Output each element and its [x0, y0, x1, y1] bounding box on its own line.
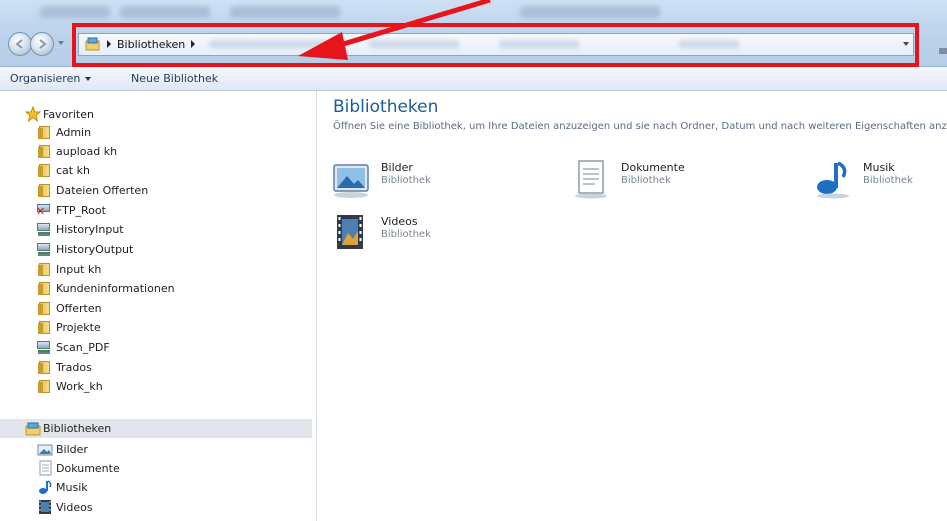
sidebar-item-admin[interactable]: Admin — [0, 123, 312, 142]
page-description: Öffnen Sie eine Bibliothek, um Ihre Date… — [333, 121, 947, 132]
sidebar-item-projekte[interactable]: Projekte — [0, 318, 312, 337]
sidebar-item-favoriten[interactable]: Favoriten — [0, 105, 312, 124]
sidebar-item-bibliotheken[interactable]: Bibliotheken — [0, 419, 312, 438]
sidebar-item-label: HistoryInput — [56, 223, 124, 236]
navigation-buttons — [8, 32, 66, 58]
folder-icon — [38, 320, 54, 336]
sidebar-item-label: Favoriten — [43, 108, 94, 121]
library-type: Bibliothek — [381, 229, 431, 240]
library-type: Bibliothek — [381, 175, 431, 186]
organize-button[interactable]: Organisieren — [10, 72, 92, 85]
sidebar-item-label: HistoryOutput — [56, 243, 134, 256]
sidebar-item-label: Bilder — [56, 443, 88, 456]
sidebar-item-historyoutput[interactable]: HistoryOutput — [0, 240, 312, 259]
music-library-icon — [817, 161, 849, 199]
sidebar-item-label: Trados — [56, 361, 92, 374]
pictures-library-icon — [37, 444, 53, 456]
folder-icon — [38, 125, 54, 141]
disconnected-drive-icon: ✕ — [36, 203, 52, 219]
folder-icon — [38, 183, 54, 199]
library-tile-bilder[interactable]: Bilder Bibliothek — [331, 159, 571, 201]
sidebar-item-videos[interactable]: Videos — [0, 498, 312, 517]
back-button[interactable] — [8, 32, 32, 56]
folder-icon — [38, 163, 54, 179]
folder-icon — [38, 281, 54, 297]
sidebar-item-ftp-root[interactable]: ✕ FTP_Root — [0, 201, 312, 220]
blurred-title-area — [120, 6, 210, 18]
page-title: Bibliotheken — [333, 97, 439, 117]
sidebar-item-label: Videos — [56, 501, 93, 514]
sidebar-item-dokumente[interactable]: Dokumente — [0, 459, 312, 478]
pictures-library-icon — [333, 164, 369, 198]
forward-button[interactable] — [30, 32, 54, 56]
content-pane: Bibliotheken Öffnen Sie eine Bibliothek,… — [317, 91, 947, 521]
documents-library-icon — [575, 160, 607, 199]
folder-icon — [38, 301, 54, 317]
sidebar-item-label: Offerten — [56, 302, 102, 315]
library-type: Bibliothek — [863, 175, 913, 186]
sidebar-item-trados[interactable]: Trados — [0, 358, 312, 377]
folder-icon — [38, 262, 54, 278]
annotation-arrow-icon — [298, 0, 491, 60]
window-edge — [939, 48, 947, 54]
videos-library-icon — [39, 500, 51, 514]
back-arrow-icon — [15, 39, 23, 49]
library-name: Bilder — [381, 161, 413, 174]
sidebar-item-aupload-kh[interactable]: aupload kh — [0, 142, 312, 161]
network-drive-icon — [36, 242, 52, 258]
library-tile-dokumente[interactable]: Dokumente Bibliothek — [571, 159, 811, 201]
star-icon — [25, 106, 41, 122]
sidebar-item-offerten[interactable]: Offerten — [0, 299, 312, 318]
sidebar-item-label: Projekte — [56, 321, 101, 334]
library-tile-musik[interactable]: Musik Bibliothek — [813, 159, 947, 201]
sidebar-item-label: Dateien Offerten — [56, 184, 149, 197]
music-library-icon — [39, 480, 52, 494]
sidebar-item-historyinput[interactable]: HistoryInput — [0, 220, 312, 239]
library-tile-videos[interactable]: Videos Bibliothek — [331, 213, 571, 255]
sidebar-item-label: FTP_Root — [56, 204, 106, 217]
library-name: Dokumente — [621, 161, 685, 174]
blurred-title-area — [520, 6, 660, 18]
chevron-down-icon — [85, 77, 92, 81]
library-type: Bibliothek — [621, 175, 671, 186]
network-drive-icon — [36, 340, 52, 356]
new-library-button[interactable]: Neue Bibliothek — [131, 72, 218, 85]
sidebar-item-work-kh[interactable]: Work_kh — [0, 377, 312, 396]
organize-label: Organisieren — [10, 72, 81, 85]
sidebar-item-label: Musik — [56, 481, 88, 494]
sidebar-item-label: cat kh — [56, 164, 90, 177]
sidebar-item-label: Dokumente — [56, 462, 120, 475]
documents-library-icon — [39, 460, 52, 476]
sidebar-item-kundeninformationen[interactable]: Kundeninformationen — [0, 279, 312, 298]
navigation-pane: Favoriten Admin aupload kh cat kh Dateie… — [0, 91, 317, 521]
sidebar-item-scan-pdf[interactable]: Scan_PDF — [0, 338, 312, 357]
libraries-icon — [25, 422, 41, 436]
videos-library-icon — [337, 215, 363, 249]
sidebar-item-label: Bibliotheken — [43, 422, 112, 435]
sidebar-item-label: Scan_PDF — [56, 341, 110, 354]
sidebar-item-input-kh[interactable]: Input kh — [0, 260, 312, 279]
sidebar-item-bilder[interactable]: Bilder — [0, 440, 312, 459]
network-drive-icon — [36, 222, 52, 238]
blurred-title-area — [40, 6, 110, 18]
forward-arrow-icon — [39, 39, 47, 49]
command-bar: Organisieren Neue Bibliothek — [0, 67, 947, 91]
folder-icon — [38, 379, 54, 395]
sidebar-item-musik[interactable]: Musik — [0, 478, 312, 497]
library-name: Musik — [863, 161, 895, 174]
sidebar-item-label: aupload kh — [56, 145, 118, 158]
sidebar-item-label: Work_kh — [56, 380, 103, 393]
sidebar-item-label: Input kh — [56, 263, 102, 276]
library-name: Videos — [381, 215, 418, 228]
folder-icon — [38, 360, 54, 376]
sidebar-item-label: Kundeninformationen — [56, 282, 175, 295]
sidebar-item-dateien-offerten[interactable]: Dateien Offerten — [0, 181, 312, 200]
folder-icon — [38, 144, 54, 160]
recent-pages-dropdown-icon[interactable] — [58, 41, 64, 45]
sidebar-item-cat-kh[interactable]: cat kh — [0, 161, 312, 180]
sidebar-item-label: Admin — [56, 126, 92, 139]
